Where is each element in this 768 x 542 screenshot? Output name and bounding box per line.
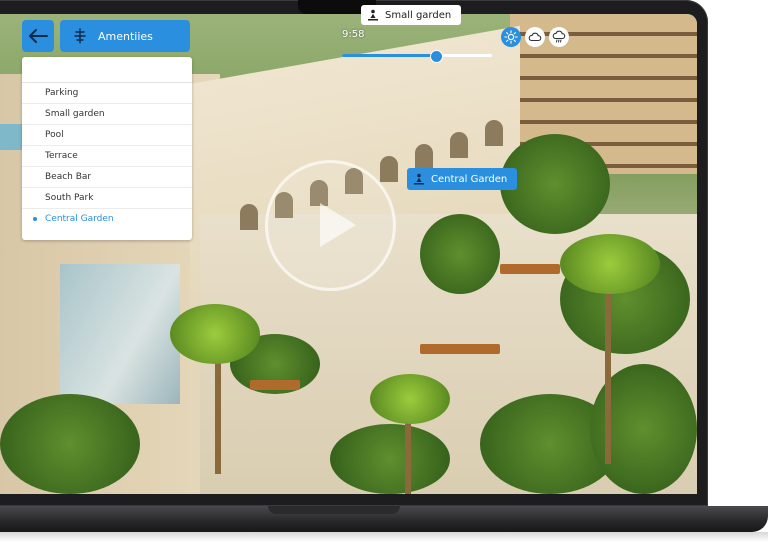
planter — [250, 380, 300, 390]
arrow-left-icon — [29, 29, 48, 43]
sun-button[interactable] — [501, 27, 521, 47]
time-slider[interactable] — [342, 50, 492, 63]
menu-item-small-garden[interactable]: Small garden — [22, 104, 192, 125]
cloud-button[interactable] — [525, 27, 545, 47]
arch — [450, 132, 468, 158]
arch — [415, 144, 433, 170]
menu-item-central-garden[interactable]: Central Garden — [22, 209, 192, 229]
planter — [420, 344, 500, 354]
laptop-opening-groove — [268, 506, 400, 514]
glass-facade — [60, 264, 180, 404]
planter — [500, 264, 560, 274]
menu-item-label: Pool — [45, 130, 64, 140]
amenities-label: Amentiies — [98, 29, 153, 43]
palm-crown — [560, 234, 660, 294]
tree — [0, 394, 140, 494]
laptop-shadow — [0, 532, 768, 542]
menu-item-pool[interactable]: Pool — [22, 125, 192, 146]
palm-trunk — [605, 264, 611, 464]
amenities-button[interactable]: Amentiies — [60, 20, 190, 52]
small-garden-label: Small garden — [385, 9, 452, 21]
back-button[interactable] — [22, 20, 54, 52]
menu-item-parking[interactable]: Parking — [22, 83, 192, 104]
selected-dot-icon — [33, 217, 37, 221]
rain-cloud-icon — [552, 30, 566, 43]
menu-item-south-park[interactable]: South Park — [22, 188, 192, 209]
tree — [420, 214, 500, 294]
menu-item-beach-bar[interactable]: Beach Bar — [22, 167, 192, 188]
palm-crown — [370, 374, 450, 424]
play-icon — [320, 203, 356, 247]
play-button[interactable] — [265, 160, 396, 291]
menu-item-label: Beach Bar — [45, 172, 92, 182]
shrub — [330, 424, 450, 494]
dropdown-header — [22, 57, 192, 83]
cloud-icon — [528, 32, 542, 42]
arch — [380, 156, 398, 182]
arch — [485, 120, 503, 146]
amenities-dropdown: Parking Small garden Pool Terrace Beach … — [22, 57, 192, 240]
time-slider-handle[interactable] — [430, 50, 443, 63]
arch — [240, 204, 258, 230]
location-person-icon — [367, 9, 379, 21]
palm-crown — [170, 304, 260, 364]
time-readout: 9:58 — [342, 29, 365, 40]
small-garden-marker[interactable]: Small garden — [361, 5, 462, 25]
central-garden-marker[interactable]: Central Garden — [407, 168, 518, 190]
central-garden-label: Central Garden — [431, 173, 508, 185]
menu-item-label: Central Garden — [45, 214, 114, 224]
rain-button[interactable] — [549, 27, 569, 47]
time-slider-fill — [342, 54, 435, 57]
menu-item-label: South Park — [45, 193, 94, 203]
menu-item-label: Small garden — [45, 109, 105, 119]
location-person-icon — [413, 173, 425, 185]
menu-item-label: Parking — [45, 88, 79, 98]
amenities-icon — [72, 28, 88, 44]
sun-icon — [504, 30, 518, 44]
menu-item-label: Terrace — [45, 151, 78, 161]
menu-item-terrace[interactable]: Terrace — [22, 146, 192, 167]
